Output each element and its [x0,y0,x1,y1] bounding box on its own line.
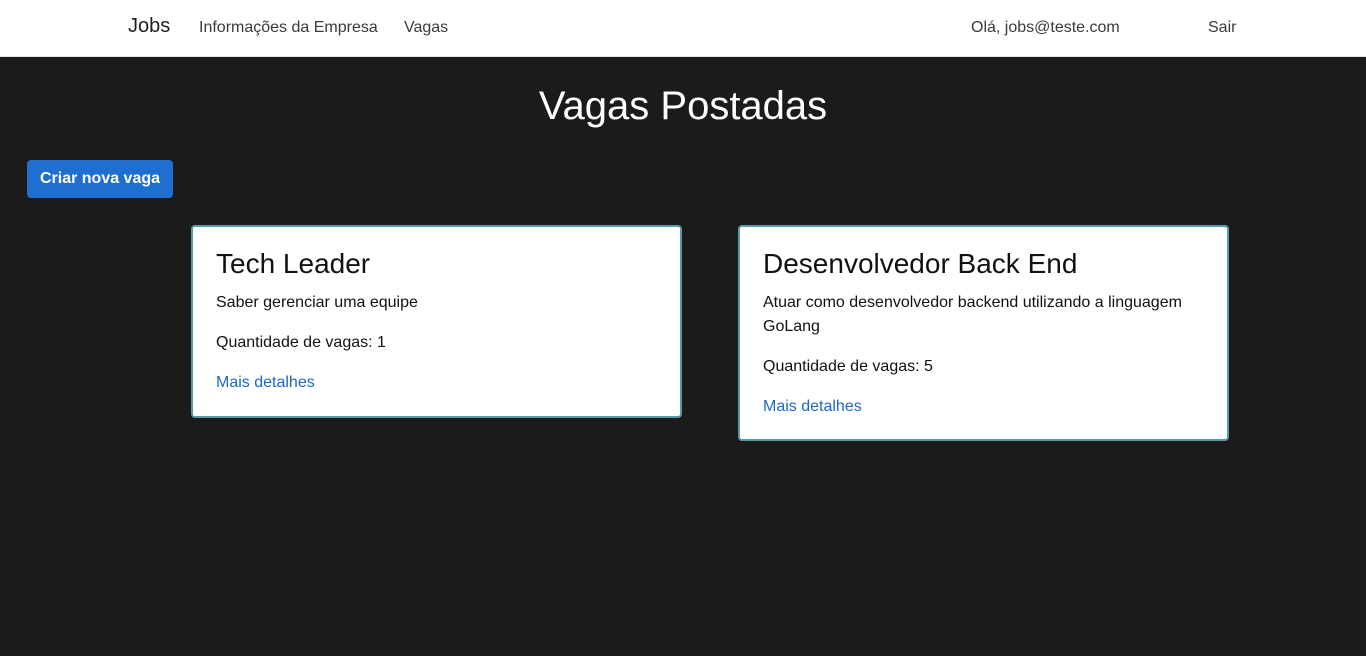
logout-link[interactable]: Sair [1208,19,1236,37]
job-card-quantity-label: Quantidade de vagas: [216,333,378,351]
job-card-description: Saber gerenciar uma equipe [216,293,418,311]
brand-link[interactable]: Jobs [128,15,170,38]
job-card-description: Atuar como desenvolvedor backend utiliza… [763,293,1182,335]
job-card-details-link[interactable]: Mais detalhes [763,398,862,415]
page-title: Vagas Postadas [538,84,828,128]
job-card-quantity-value: 5 [924,357,933,375]
job-card-details-link[interactable]: Mais detalhes [216,374,315,391]
create-job-button[interactable]: Criar nova vaga [27,160,173,198]
job-card-quantity-value: 1 [377,333,386,351]
job-card-quantity: Quantidade de vagas: 1 [216,331,657,355]
top-navbar: Jobs Informações da Empresa Vagas Olá, j… [0,0,1366,57]
job-card: Desenvolvedor Back End Atuar como desenv… [738,225,1229,441]
nav-link-company-info[interactable]: Informações da Empresa [199,19,378,37]
job-card-quantity: Quantidade de vagas: 5 [763,355,1204,379]
user-greeting: Olá, jobs@teste.com [971,19,1120,36]
job-card-quantity-label: Quantidade de vagas: [763,357,925,375]
nav-link-jobs[interactable]: Vagas [404,19,448,37]
job-card-title: Tech Leader [216,248,371,279]
job-card-title: Desenvolvedor Back End [763,248,1078,279]
job-card: Tech Leader Saber gerenciar uma equipe Q… [191,225,682,418]
